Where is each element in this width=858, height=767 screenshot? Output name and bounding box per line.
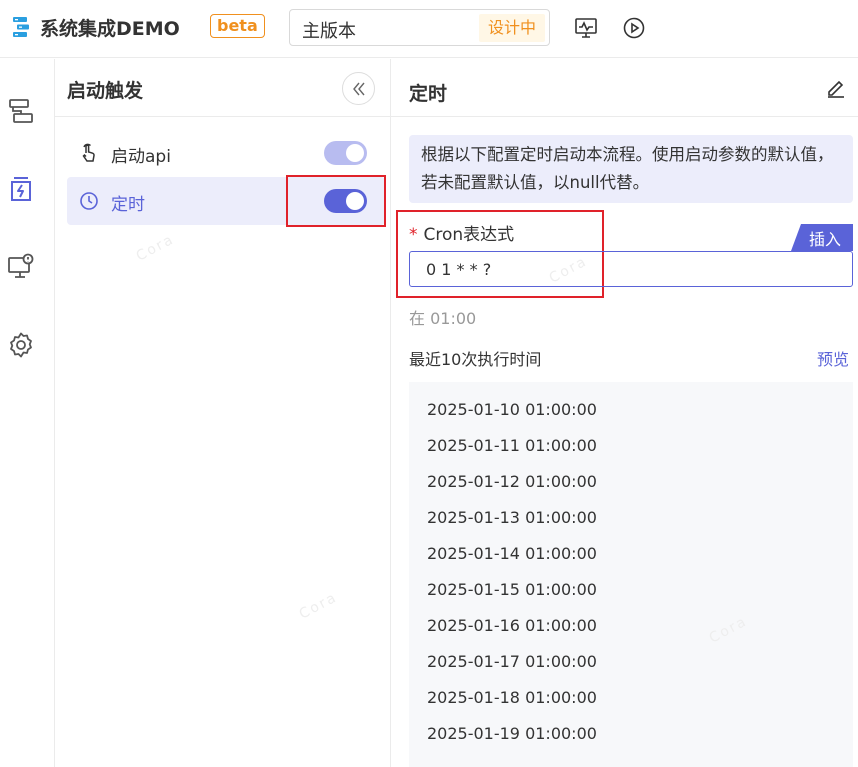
trigger-item-api[interactable]: 启动api: [67, 129, 385, 177]
version-name: 主版本: [302, 21, 356, 42]
clock-icon: [80, 192, 98, 210]
beta-badge: beta: [210, 14, 265, 38]
list-item: 2025-01-12 01:00:00: [427, 472, 597, 491]
cron-description: 在 01:00: [409, 309, 477, 328]
version-status-badge: 设计中: [478, 14, 545, 42]
list-item: 2025-01-17 01:00:00: [427, 652, 597, 671]
list-item: 2025-01-18 01:00:00: [427, 688, 597, 707]
monitor-chart-icon[interactable]: [574, 16, 598, 40]
collapse-panel-button[interactable]: [342, 72, 375, 105]
api-trigger-toggle[interactable]: [324, 141, 367, 165]
cron-label-text: Cron表达式: [423, 225, 515, 245]
left-rail: [0, 59, 55, 767]
trigger-item-timer[interactable]: 定时: [67, 177, 385, 225]
hand-pointer-icon: [82, 143, 95, 162]
list-item: 2025-01-10 01:00:00: [427, 400, 597, 419]
app-title: 系统集成DEMO: [40, 18, 180, 40]
info-notice: 根据以下配置定时启动本流程。使用启动参数的默认值，若未配置默认值，以null代替…: [409, 135, 853, 203]
trigger-item-label: 启动api: [111, 147, 171, 167]
edit-pencil-icon[interactable]: [825, 77, 847, 99]
trigger-panel-header: 启动触发: [55, 59, 390, 117]
timer-trigger-toggle[interactable]: [324, 189, 367, 213]
top-header: 系统集成DEMO beta 主版本 设计中: [0, 0, 858, 58]
trigger-panel: 启动触发 启动api 定时: [55, 59, 391, 767]
settings-gear-icon[interactable]: [7, 331, 35, 359]
version-select[interactable]: 主版本 设计中: [289, 9, 550, 46]
required-mark: *: [409, 225, 418, 245]
cron-expression-input[interactable]: [409, 251, 853, 287]
list-item: 2025-01-13 01:00:00: [427, 508, 597, 527]
preview-link[interactable]: 预览: [817, 346, 849, 370]
monitor-alert-icon[interactable]: [7, 253, 35, 281]
list-item: 2025-01-15 01:00:00: [427, 580, 597, 599]
insert-label: 插入: [809, 230, 842, 249]
toggle-knob: [346, 192, 364, 210]
trigger-panel-title: 启动触发: [67, 80, 144, 102]
toggle-knob: [346, 144, 364, 162]
timer-detail-panel: 定时 根据以下配置定时启动本流程。使用启动参数的默认值，若未配置默认值，以nul…: [391, 59, 858, 767]
list-item: 2025-01-16 01:00:00: [427, 616, 597, 635]
trigger-lightning-icon[interactable]: [7, 175, 35, 203]
list-item: 2025-01-11 01:00:00: [427, 436, 597, 455]
trigger-item-label: 定时: [111, 195, 145, 215]
insert-button[interactable]: 插入: [791, 224, 853, 251]
recent-runs-label: 最近10次执行时间: [409, 350, 542, 369]
recent-runs-list: 2025-01-10 01:00:00 2025-01-11 01:00:00 …: [409, 382, 853, 767]
cron-field-label: * Cron表达式: [409, 220, 514, 245]
double-chevron-left-icon: [353, 82, 365, 96]
detail-title: 定时: [409, 83, 448, 105]
play-circle-icon[interactable]: [622, 16, 646, 40]
detail-header: 定时: [391, 59, 858, 117]
list-item: 2025-01-19 01:00:00: [427, 724, 597, 743]
app-logo-icon: [13, 17, 29, 37]
flow-layout-icon[interactable]: [7, 97, 35, 125]
list-item: 2025-01-14 01:00:00: [427, 544, 597, 563]
